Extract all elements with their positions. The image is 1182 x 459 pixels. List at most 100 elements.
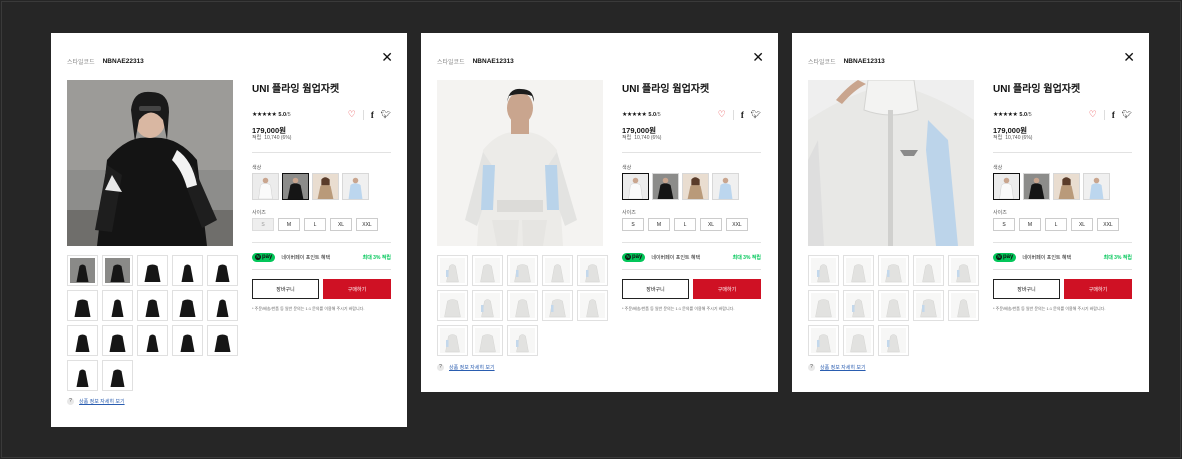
product-thumbnail[interactable] <box>137 290 168 321</box>
product-thumbnail[interactable] <box>878 255 909 286</box>
color-swatch-beige[interactable] <box>1053 173 1080 200</box>
product-thumbnail[interactable] <box>67 255 98 286</box>
size-option[interactable]: L <box>304 218 326 231</box>
product-thumbnail[interactable] <box>542 255 573 286</box>
product-thumbnail[interactable] <box>437 290 468 321</box>
product-thumbnail[interactable] <box>843 325 874 356</box>
product-thumbnail[interactable] <box>207 255 238 286</box>
npay-logo: Npay <box>252 253 276 262</box>
product-thumbnail[interactable] <box>577 255 608 286</box>
style-code-label: 스타일코드 <box>437 60 465 66</box>
product-detail-link[interactable]: ? 상품 정보 자세히 보기 <box>437 364 495 371</box>
size-option[interactable]: M <box>278 218 300 231</box>
product-thumbnail[interactable] <box>472 255 503 286</box>
product-thumbnail[interactable] <box>948 290 979 321</box>
style-code-row: 스타일코드 NBNAE22313 <box>67 57 144 66</box>
size-option[interactable]: S <box>993 218 1015 231</box>
style-code-value: NBNAE12313 <box>843 58 885 65</box>
product-thumbnail[interactable] <box>172 255 203 286</box>
product-thumbnail[interactable] <box>808 325 839 356</box>
product-thumbnail[interactable] <box>577 290 608 321</box>
facebook-icon[interactable]: f <box>371 110 374 120</box>
size-option[interactable]: S <box>252 218 274 231</box>
size-option[interactable]: M <box>1019 218 1041 231</box>
product-thumbnail[interactable] <box>437 325 468 356</box>
close-icon[interactable]: ✕ <box>752 50 764 64</box>
product-thumbnail[interactable] <box>67 360 98 391</box>
color-swatch-white[interactable] <box>622 173 649 200</box>
product-thumbnail[interactable] <box>507 290 538 321</box>
size-option[interactable]: XXL <box>1097 218 1119 231</box>
color-swatch-blue[interactable] <box>712 173 739 200</box>
product-thumbnail[interactable] <box>472 290 503 321</box>
product-thumbnail[interactable] <box>67 290 98 321</box>
product-thumbnail[interactable] <box>172 290 203 321</box>
product-detail-link[interactable]: ? 상품 정보 자세히 보기 <box>808 364 866 371</box>
color-swatch-beige[interactable] <box>682 173 709 200</box>
color-swatch-blue[interactable] <box>1083 173 1110 200</box>
size-option[interactable]: L <box>674 218 696 231</box>
close-icon[interactable]: ✕ <box>1123 50 1135 64</box>
color-swatch-black[interactable] <box>652 173 679 200</box>
product-thumbnail[interactable] <box>67 325 98 356</box>
product-thumbnail[interactable] <box>437 255 468 286</box>
product-thumbnail[interactable] <box>878 290 909 321</box>
size-option[interactable]: XXL <box>356 218 378 231</box>
color-swatch-black[interactable] <box>282 173 309 200</box>
product-thumbnail[interactable] <box>507 325 538 356</box>
color-swatch-blue[interactable] <box>342 173 369 200</box>
product-thumbnail[interactable] <box>102 325 133 356</box>
size-option[interactable]: L <box>1045 218 1067 231</box>
close-icon[interactable]: ✕ <box>381 50 393 64</box>
product-thumbnail[interactable] <box>172 325 203 356</box>
size-option[interactable]: M <box>648 218 670 231</box>
product-thumbnail[interactable] <box>507 255 538 286</box>
heart-icon[interactable]: ♡ <box>1089 109 1097 120</box>
size-option[interactable]: XL <box>330 218 352 231</box>
product-thumbnail[interactable] <box>878 325 909 356</box>
color-swatch-white[interactable] <box>993 173 1020 200</box>
model-white-jacket-image <box>437 80 603 246</box>
size-options: S M L XL XXL <box>252 218 378 231</box>
divider <box>993 269 1132 270</box>
point-info: 적립 10,740 (6%) <box>993 134 1035 141</box>
product-thumbnail[interactable] <box>207 290 238 321</box>
twitter-icon[interactable]: 🐦︎ <box>381 110 391 119</box>
product-detail-link[interactable]: ? 상품 정보 자세히 보기 <box>67 398 125 405</box>
cart-button[interactable]: 장바구니 <box>622 279 689 299</box>
buy-button[interactable]: 구매하기 <box>693 279 761 299</box>
product-thumbnail[interactable] <box>948 255 979 286</box>
product-thumbnail[interactable] <box>843 290 874 321</box>
twitter-icon[interactable]: 🐦︎ <box>1122 110 1132 119</box>
product-thumbnail[interactable] <box>207 325 238 356</box>
product-thumbnail[interactable] <box>137 325 168 356</box>
facebook-icon[interactable]: f <box>1112 110 1115 120</box>
cart-button[interactable]: 장바구니 <box>993 279 1060 299</box>
color-swatch-white[interactable] <box>252 173 279 200</box>
product-thumbnail[interactable] <box>102 255 133 286</box>
rating-max: /5 <box>1027 111 1032 118</box>
buy-button[interactable]: 구매하기 <box>1064 279 1132 299</box>
size-option[interactable]: S <box>622 218 644 231</box>
buy-button[interactable]: 구매하기 <box>323 279 391 299</box>
facebook-icon[interactable]: f <box>741 110 744 120</box>
product-thumbnail[interactable] <box>102 360 133 391</box>
twitter-icon[interactable]: 🐦︎ <box>751 110 761 119</box>
product-thumbnail[interactable] <box>913 255 944 286</box>
heart-icon[interactable]: ♡ <box>348 109 356 120</box>
product-thumbnail[interactable] <box>102 290 133 321</box>
heart-icon[interactable]: ♡ <box>718 109 726 120</box>
size-option[interactable]: XL <box>1071 218 1093 231</box>
color-swatch-black[interactable] <box>1023 173 1050 200</box>
size-option[interactable]: XXL <box>726 218 748 231</box>
color-swatch-beige[interactable] <box>312 173 339 200</box>
product-thumbnail[interactable] <box>808 255 839 286</box>
cart-button[interactable]: 장바구니 <box>252 279 319 299</box>
size-option[interactable]: XL <box>700 218 722 231</box>
product-thumbnail[interactable] <box>137 255 168 286</box>
product-thumbnail[interactable] <box>472 325 503 356</box>
product-thumbnail[interactable] <box>808 290 839 321</box>
product-thumbnail[interactable] <box>843 255 874 286</box>
product-thumbnail[interactable] <box>913 290 944 321</box>
product-thumbnail[interactable] <box>542 290 573 321</box>
